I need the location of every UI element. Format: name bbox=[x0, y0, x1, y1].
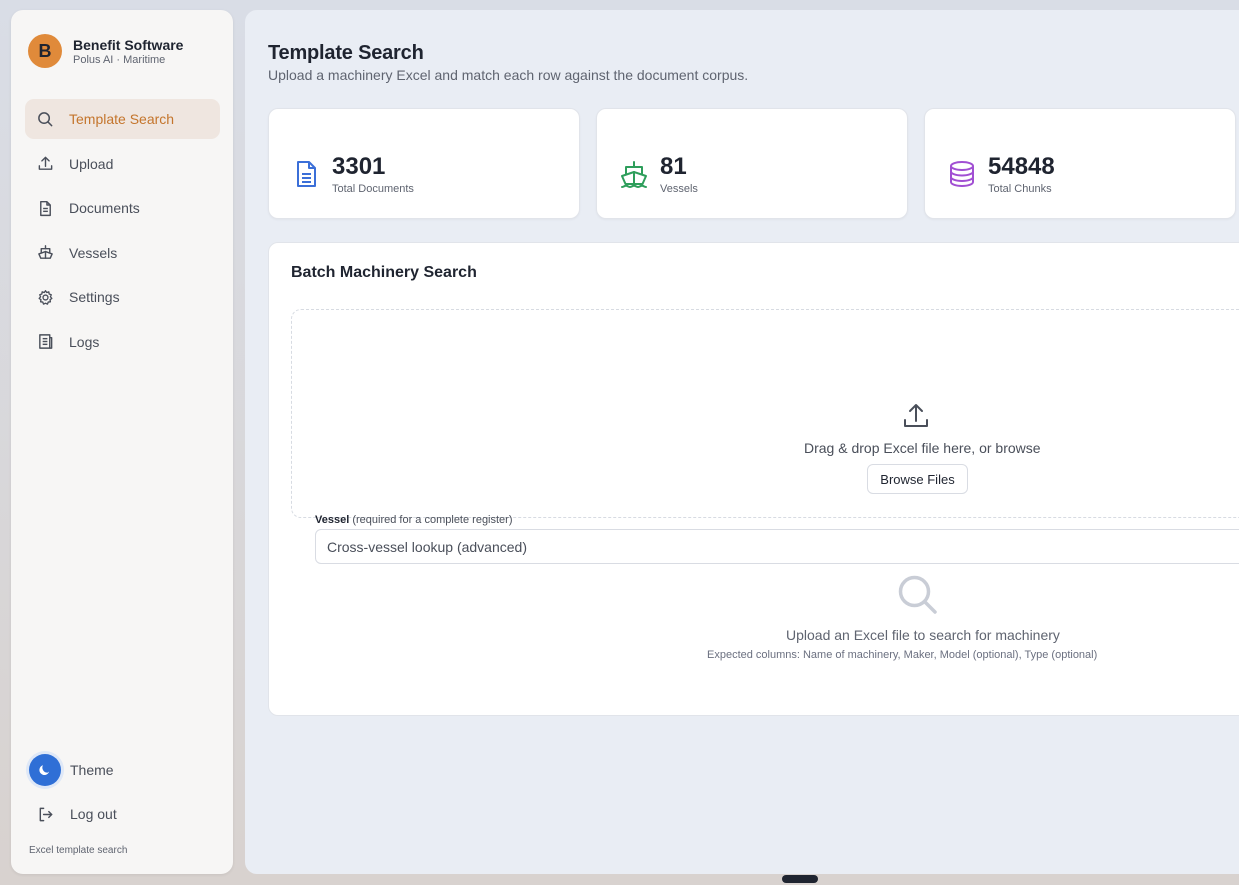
document-icon bbox=[36, 199, 54, 217]
brand[interactable]: B Benefit Software Polus AI · Maritime bbox=[28, 34, 183, 68]
sidebar-item-vessels[interactable]: Vessels bbox=[25, 233, 220, 273]
search-icon bbox=[898, 575, 937, 614]
search-icon bbox=[36, 110, 54, 128]
sidebar-item-label: Upload bbox=[69, 155, 114, 172]
document-icon bbox=[291, 159, 321, 189]
vessel-input[interactable] bbox=[315, 529, 1239, 564]
sidebar-item-logs[interactable]: Logs bbox=[25, 322, 220, 362]
upload-icon bbox=[904, 404, 928, 427]
theme-label: Theme bbox=[70, 762, 114, 778]
browse-files-button[interactable]: Browse Files bbox=[867, 464, 968, 494]
page-title: Template Search bbox=[268, 42, 424, 64]
page-subtitle: Upload a machinery Excel and match each … bbox=[268, 67, 749, 83]
file-dropzone[interactable]: Drag & drop Excel file here, or browse B… bbox=[291, 309, 1239, 564]
sidebar-item-documents[interactable]: Documents bbox=[25, 188, 220, 228]
stat-label: Total Documents bbox=[332, 183, 414, 195]
brand-name: Benefit Software bbox=[73, 36, 184, 53]
database-icon bbox=[947, 159, 977, 189]
stat-card-chunks: 54848 Total Chunks bbox=[924, 108, 1236, 219]
sidebar-footer: Excel template search bbox=[29, 845, 128, 856]
stat-card-vessels: 81 Vessels bbox=[596, 108, 908, 219]
stat-label: Total Chunks bbox=[988, 183, 1052, 195]
brand-logo: B bbox=[28, 34, 62, 68]
vessel-label: Vessel (required for a complete register… bbox=[315, 514, 513, 526]
sidebar-item-label: Template Search bbox=[69, 111, 175, 127]
svg-text:B: B bbox=[39, 41, 52, 61]
stat-value: 81 bbox=[660, 153, 687, 180]
dropzone-text: Drag & drop Excel file here, or browse bbox=[804, 440, 1041, 456]
logout-label: Log out bbox=[70, 806, 117, 822]
upload-icon bbox=[36, 155, 54, 173]
theme-toggle[interactable]: Theme bbox=[29, 754, 114, 786]
moon-icon[interactable] bbox=[29, 754, 61, 786]
stat-value: 54848 bbox=[988, 153, 1055, 180]
vessel-label-text: Vessel bbox=[315, 514, 350, 526]
stat-value: 3301 bbox=[332, 153, 386, 180]
sidebar-item-settings[interactable]: Settings bbox=[25, 277, 220, 317]
logout-icon bbox=[36, 805, 54, 823]
empty-state-subtitle: Expected columns: Name of machinery, Mak… bbox=[707, 649, 1098, 661]
sidebar-item-template-search[interactable]: Template Search bbox=[25, 99, 220, 139]
sidebar-nav: Template Search Upload Documents Vessels… bbox=[25, 99, 220, 366]
empty-state-title: Upload an Excel file to search for machi… bbox=[786, 627, 1060, 643]
sidebar-item-label: Settings bbox=[69, 289, 120, 305]
home-indicator bbox=[782, 875, 818, 883]
ship-icon bbox=[36, 244, 54, 262]
gear-icon bbox=[36, 288, 54, 306]
brand-logo-icon: B bbox=[39, 41, 52, 61]
sidebar: B Benefit Software Polus AI · Maritime T… bbox=[11, 10, 233, 874]
logout-button[interactable]: Log out bbox=[36, 805, 117, 823]
brand-subtitle: Polus AI · Maritime bbox=[73, 53, 166, 66]
batch-title: Batch Machinery Search bbox=[291, 264, 477, 281]
ship-icon bbox=[619, 159, 649, 189]
vessel-label-hint: (required for a complete register) bbox=[352, 514, 513, 526]
batch-search-panel: Batch Machinery Search Drag & drop Excel… bbox=[268, 242, 1239, 716]
main-content: Template Search Upload a machinery Excel… bbox=[245, 10, 1239, 874]
sidebar-item-label: Vessels bbox=[69, 244, 118, 261]
sidebar-item-label: Logs bbox=[69, 333, 100, 350]
sidebar-item-upload[interactable]: Upload bbox=[25, 144, 220, 184]
stat-card-documents: 3301 Total Documents bbox=[268, 108, 580, 219]
sidebar-item-label: Documents bbox=[69, 200, 140, 216]
stat-label: Vessels bbox=[660, 183, 698, 195]
log-icon bbox=[36, 333, 54, 351]
